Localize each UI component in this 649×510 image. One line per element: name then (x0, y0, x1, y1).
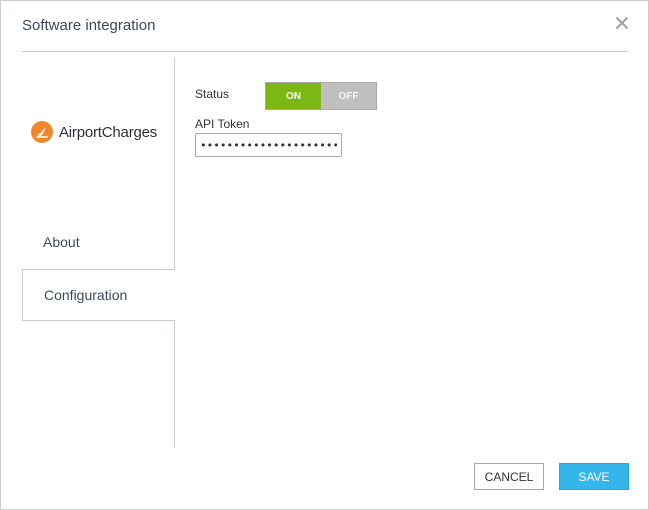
logo-text: AirportCharges (59, 123, 158, 141)
dialog-header: Software integration (22, 1, 629, 52)
sidebar: AirportCharges About Configuration (22, 57, 175, 448)
software-integration-dialog: Software integration AirportCharges Abou… (0, 0, 649, 510)
close-icon[interactable] (615, 16, 629, 30)
api-token-label: API Token (195, 117, 250, 131)
sidebar-item-label: Configuration (44, 287, 128, 303)
dialog-title: Software integration (22, 17, 156, 34)
sidebar-item-about[interactable]: About (22, 216, 175, 268)
airportcharges-logo: AirportCharges (31, 120, 157, 144)
sidebar-item-label: About (43, 234, 80, 250)
save-button[interactable]: SAVE (559, 463, 629, 490)
cancel-button[interactable]: CANCEL (474, 463, 544, 490)
api-token-input[interactable] (195, 133, 342, 157)
sidebar-item-configuration[interactable]: Configuration (22, 269, 175, 321)
status-toggle[interactable]: ON OFF (265, 82, 377, 110)
toggle-on-option[interactable]: ON (266, 83, 321, 109)
sidebar-divider (174, 320, 175, 448)
toggle-off-option[interactable]: OFF (321, 83, 376, 109)
airportcharges-logo-icon (31, 121, 53, 143)
status-label: Status (195, 87, 230, 101)
